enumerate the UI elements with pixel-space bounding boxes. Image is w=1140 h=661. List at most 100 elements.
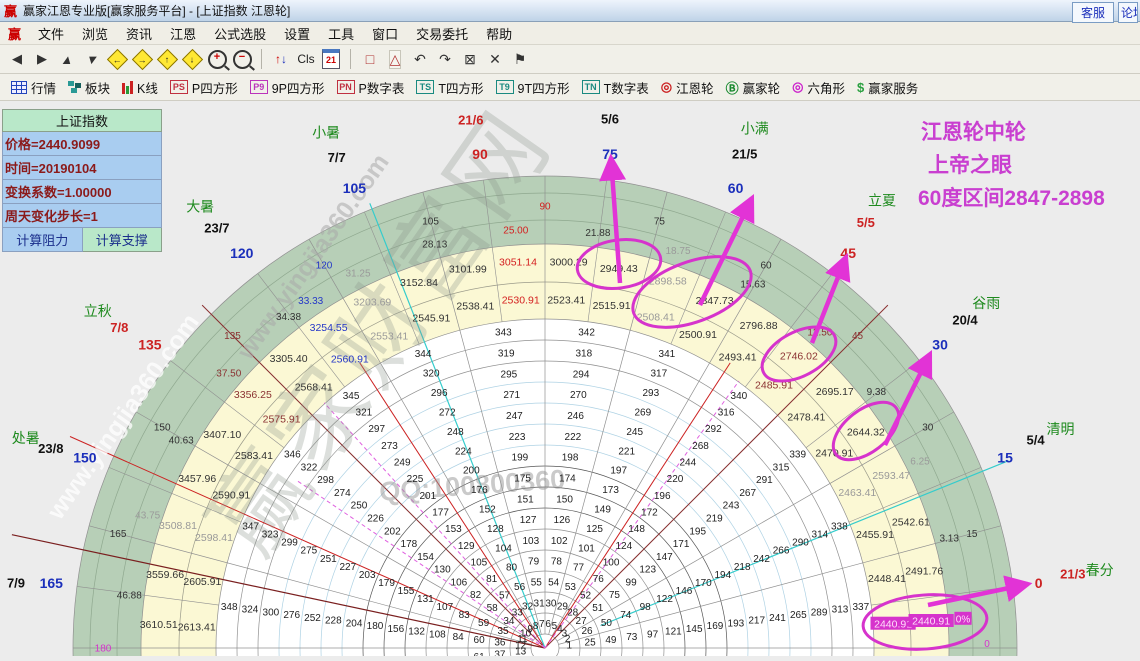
spiral-number: 199 [512, 453, 529, 464]
rotate-ccw-button[interactable]: ↶ [409, 48, 431, 70]
rect-tool-button[interactable]: □ [359, 48, 381, 70]
spiral-number: 175 [514, 474, 531, 485]
degree-ring-value: 105 [422, 217, 439, 228]
tool-P数字表[interactable]: PN P数字表 [332, 76, 410, 99]
tool-K线[interactable]: K线 [117, 76, 163, 99]
cls-button[interactable]: Cls [295, 48, 317, 70]
zoom-out-button[interactable]: − [231, 48, 253, 70]
shift-up-button[interactable]: ↑ [156, 48, 178, 70]
tool-江恩轮[interactable]: ◎ 江恩轮 [656, 76, 719, 99]
tool-T四方形[interactable]: TS T四方形 [411, 76, 488, 99]
sort-updown-button[interactable]: ↑↓ [270, 48, 292, 70]
triangle-tool-button[interactable]: △ [384, 48, 406, 70]
rotate-cw-button[interactable]: ↷ [434, 48, 456, 70]
back-button[interactable]: ◀ [6, 48, 28, 70]
T数字表-icon: TN [581, 80, 600, 94]
menu-item-5[interactable]: 设置 [275, 22, 319, 45]
spiral-number: 219 [706, 514, 723, 525]
outer-price-value: 3610.51 [140, 619, 178, 631]
menu-item-2[interactable]: 资讯 [117, 22, 161, 45]
spiral-number: 32 [522, 602, 534, 613]
menu-item-9[interactable]: 帮助 [477, 22, 521, 45]
tool-9T四方形[interactable]: T9 9T四方形 [491, 76, 575, 99]
spiral-number: 25 [585, 638, 597, 649]
spiral-number: 106 [451, 577, 468, 588]
spiral-number: 270 [570, 390, 587, 401]
outer-degree-label: 45 [840, 245, 856, 261]
tool-行情[interactable]: 行情 [6, 76, 61, 99]
menu-item-8[interactable]: 交易委托 [407, 22, 477, 45]
menu-item-6[interactable]: 工具 [319, 22, 363, 45]
spiral-number: 224 [455, 446, 472, 457]
shift-left-button[interactable]: ← [106, 48, 128, 70]
spiral-number: 4 [557, 624, 563, 635]
spiral-number: 290 [792, 538, 809, 549]
app-logo-icon: 赢 [4, 4, 18, 19]
tool-T数字表[interactable]: TN T数字表 [577, 76, 654, 99]
tool-P四方形[interactable]: PS P四方形 [165, 76, 243, 99]
solar-term-label: 清明 [1047, 421, 1075, 437]
percent-ring-value: 43.75 [135, 511, 160, 522]
outer-price-value: 3407.10 [203, 429, 241, 441]
spiral-number: 150 [556, 494, 573, 505]
customer-service-button[interactable]: 客服 [1071, 2, 1114, 23]
date-label: 5/5 [857, 215, 875, 230]
solar-term-label: 春分 [1086, 562, 1114, 578]
percent-ring-value: 6.25 [910, 457, 930, 468]
spiral-number: 81 [486, 574, 498, 585]
menu-item-7[interactable]: 窗口 [363, 22, 407, 45]
spiral-number: 60 [474, 635, 486, 646]
outer-degree-label: 15 [997, 449, 1013, 465]
spiral-number: 13 [515, 647, 527, 656]
T四方形-icon: TS [416, 80, 435, 94]
spiral-number: 217 [748, 616, 765, 627]
flag-tool-button[interactable]: ⚑ [509, 48, 531, 70]
outer-price-value: 2593.47 [872, 470, 910, 482]
spiral-number: 275 [301, 546, 318, 557]
forum-button[interactable]: 论坛 [1118, 2, 1138, 23]
outer-price-value: 3254.55 [310, 322, 348, 334]
rotate-right-tri-button[interactable]: ▼ [81, 48, 103, 70]
forward-button[interactable]: ▶ [31, 48, 53, 70]
center-tool-button[interactable]: ✕ [484, 48, 506, 70]
spiral-number: 320 [423, 369, 440, 380]
index-name: 上证指数 [2, 109, 162, 132]
menu-item-4[interactable]: 公式选股 [205, 22, 275, 45]
spiral-number: 223 [509, 432, 526, 443]
tool-赢家轮[interactable]: Ⓑ 赢家轮 [721, 76, 786, 99]
degree-ring-value: 75 [654, 217, 666, 228]
spiral-number: 244 [679, 458, 696, 469]
calc-resistance-button[interactable]: 计算阻力 [2, 228, 83, 252]
spiral-number: 61 [474, 652, 486, 656]
calendar-button[interactable]: 21 [320, 48, 342, 70]
spiral-number: 78 [551, 557, 563, 568]
spiral-number: 28 [567, 607, 579, 618]
menu-item-1[interactable]: 浏览 [73, 22, 117, 45]
menu-item-0[interactable]: 文件 [29, 22, 73, 45]
spiral-number: 323 [262, 530, 279, 541]
box-x-tool-button[interactable]: ⊠ [459, 48, 481, 70]
spiral-number: 103 [522, 536, 539, 547]
menu-item-3[interactable]: 江恩 [161, 22, 205, 45]
shift-right-button[interactable]: → [131, 48, 153, 70]
outer-price-value: 3457.96 [178, 473, 216, 485]
tool-赢家服务[interactable]: $ 赢家服务 [852, 76, 923, 99]
tool-板块[interactable]: 板块 [63, 76, 115, 99]
outer-degree-label: 150 [73, 449, 97, 465]
degree-ring-value: 165 [110, 529, 127, 540]
annotation-line-0: 江恩轮中轮 [921, 120, 1026, 144]
spiral-number: 76 [593, 574, 605, 585]
tool-label: 9T四方形 [517, 81, 570, 96]
percent-ring-value: 37.50 [216, 369, 241, 380]
spiral-number: 193 [728, 618, 745, 629]
calc-support-button[interactable]: 计算支撑 [82, 228, 162, 252]
tool-六角形[interactable]: ◎ 六角形 [787, 76, 850, 99]
rotate-left-tri-button[interactable]: ▲ [56, 48, 78, 70]
zoom-in-button[interactable]: + [206, 48, 228, 70]
spiral-number: 291 [756, 475, 773, 486]
spiral-number: 99 [626, 577, 638, 588]
percent-ring-value: 15.63 [740, 280, 765, 291]
spiral-number: 107 [436, 602, 453, 613]
tool-9P四方形[interactable]: P9 9P四方形 [245, 76, 330, 99]
shift-down-button[interactable]: ↓ [181, 48, 203, 70]
